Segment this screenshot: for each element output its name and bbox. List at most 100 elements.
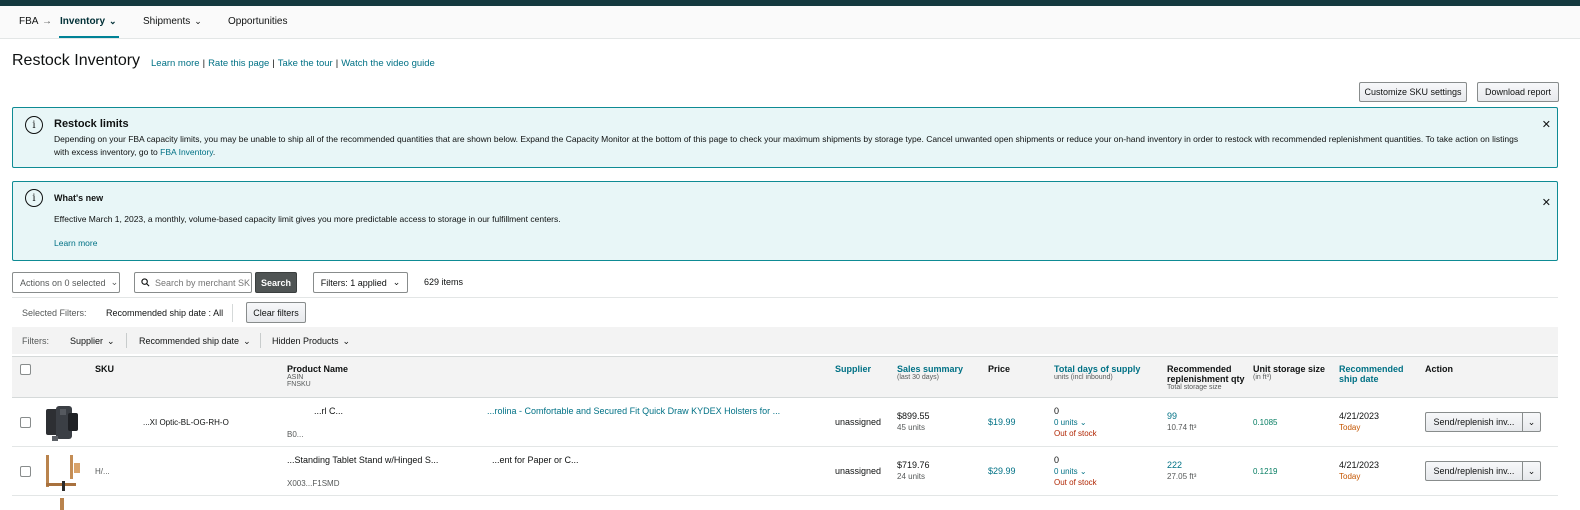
send-replenish-button[interactable]: Send/replenish inv... <box>1426 462 1523 480</box>
fba-inventory-link[interactable]: FBA Inventory <box>160 147 213 157</box>
col-rec-qty-sub: Total storage size <box>1167 384 1222 391</box>
page-title: Restock Inventory <box>12 52 141 69</box>
col-sales-sub: (last 30 days) <box>897 374 940 381</box>
chevron-down-icon: ⌄ <box>107 336 115 346</box>
row-rec-qty-link[interactable]: 99 <box>1167 411 1177 421</box>
row-product-name-b[interactable]: ...ent for Paper or C... <box>492 455 579 466</box>
filter-hidden-products[interactable]: Hidden Products ⌄ <box>272 336 350 347</box>
col-supply-label: Total days of supply <box>1054 364 1141 374</box>
clear-filters-button[interactable]: Clear filters <box>246 302 306 323</box>
rate-page-link[interactable]: Rate this page <box>208 58 269 69</box>
table-header: SKU Product Name ASIN FNSKU Supplier Sales… <box>12 356 1558 398</box>
row-product-name-link[interactable]: ...rolina - Comfortable and Secured Fit … <box>487 406 780 417</box>
learn-more-link[interactable]: Learn more <box>151 58 200 69</box>
col-sales-label: Sales summary <box>897 364 964 374</box>
row-units-label: 0 units <box>1054 418 1078 427</box>
row-units-dropdown[interactable]: 0 units ⌄ <box>1054 467 1087 476</box>
row-ship-when: Today <box>1339 423 1361 432</box>
row-sales-units: 24 units <box>897 472 926 481</box>
whats-new-learn-more-link[interactable]: Learn more <box>54 237 97 250</box>
row-checkbox[interactable] <box>20 466 31 477</box>
take-tour-link[interactable]: Take the tour <box>278 58 333 69</box>
product-thumbnail[interactable] <box>42 403 82 443</box>
row-product-name-a[interactable]: ...rl C... <box>314 406 343 417</box>
chevron-down-icon: ⌄ <box>194 16 202 26</box>
row-sales-units: 45 units <box>897 423 926 432</box>
nav-bar: FBA → Inventory ⌄ Shipments ⌄ Opportunitie… <box>0 6 1580 39</box>
row-unit-size: 0.1085 <box>1253 418 1278 427</box>
whats-new-alert: i What's new Effective March 1, 2023, a … <box>12 181 1558 261</box>
alert-body: Depending on your FBA capacity limits, y… <box>54 133 1519 159</box>
table-row: ...XI Optic-BL-OG-RH-O ...rl C... ...rol… <box>12 398 1558 447</box>
col-sales-summary[interactable]: Sales summary (last 30 days) <box>897 364 963 381</box>
row-price[interactable]: $29.99 <box>988 466 1016 477</box>
breadcrumb-arrow-icon: → <box>42 16 52 27</box>
row-ship-date: 4/21/2023 Today <box>1339 460 1379 482</box>
col-recommended-qty: Recommended replenishment qty Total stora… <box>1167 364 1247 391</box>
row-unit-size: 0.1219 <box>1253 467 1278 476</box>
col-sku[interactable]: SKU <box>95 364 114 374</box>
row-days-value: 0 <box>1054 455 1060 465</box>
product-thumbnail[interactable] <box>42 451 82 491</box>
row-rec-size: 27.05 ft³ <box>1167 472 1197 481</box>
row-supplier: unassigned <box>835 466 882 476</box>
col-supplier[interactable]: Supplier <box>835 364 871 374</box>
filter-ship-date[interactable]: Recommended ship date ⌄ <box>139 336 251 347</box>
chevron-down-icon: ⌄ <box>1079 418 1087 427</box>
col-ship-date[interactable]: Recommended ship date <box>1339 364 1409 384</box>
nav-fba[interactable]: FBA <box>19 16 38 27</box>
col-supply-sub: units (incl inbound) <box>1054 374 1113 381</box>
header-links: Learn more | Rate this page | Take the tour |… <box>151 58 435 69</box>
nav-active-underline <box>59 36 119 38</box>
select-all-checkbox[interactable] <box>20 364 31 375</box>
row-units-dropdown[interactable]: 0 units ⌄ <box>1054 418 1087 427</box>
filter-ship-date-label: Recommended ship date <box>139 336 240 346</box>
search-input[interactable] <box>155 277 250 288</box>
col-product-label: Product Name <box>287 364 349 374</box>
download-report-button[interactable]: Download report <box>1477 82 1559 102</box>
row-sku: H/... <box>95 467 110 476</box>
send-replenish-split-button: Send/replenish inv... ⌄ <box>1425 412 1541 432</box>
row-rec-qty-link[interactable]: 222 <box>1167 460 1182 470</box>
info-icon: i <box>25 116 43 134</box>
row-price[interactable]: $19.99 <box>988 417 1016 428</box>
customize-sku-settings-button[interactable]: Customize SKU settings <box>1359 82 1467 102</box>
chevron-down-icon[interactable]: ⌄ <box>1523 413 1540 431</box>
row-product-name-a[interactable]: ...Standing Tablet Stand w/Hinged S... <box>287 455 438 466</box>
send-replenish-button[interactable]: Send/replenish inv... <box>1426 413 1523 431</box>
filter-supplier-label: Supplier <box>70 336 104 346</box>
chevron-down-icon: ⌄ <box>109 16 117 26</box>
nav-opportunities[interactable]: Opportunities <box>228 16 287 27</box>
close-icon[interactable]: ✕ <box>1542 196 1551 209</box>
chevron-down-icon[interactable]: ⌄ <box>1523 462 1540 480</box>
close-icon[interactable]: ✕ <box>1542 118 1551 131</box>
row-days-supply: 0 0 units ⌄ Out of stock <box>1054 455 1097 488</box>
nav-inventory[interactable]: Inventory ⌄ <box>60 16 117 27</box>
chevron-down-icon: ⌄ <box>1079 467 1087 476</box>
selected-filter-value: Recommended ship date : All <box>106 308 224 318</box>
chevron-down-icon: ⌄ <box>392 277 401 287</box>
actions-label: Actions on 0 selected <box>20 277 106 288</box>
row-sales-value: $899.55 <box>897 411 930 421</box>
col-days-supply[interactable]: Total days of supply units (incl inbound) <box>1054 364 1140 381</box>
chevron-down-icon: ⌄ <box>342 336 351 346</box>
row-recommended-qty: 99 10.74 ft³ <box>1167 411 1196 433</box>
row-units-label: 0 units <box>1054 467 1078 476</box>
col-unit-size-label: Unit storage size <box>1253 364 1326 374</box>
actions-dropdown[interactable]: Actions on 0 selected ⌄ <box>12 272 120 293</box>
video-guide-link[interactable]: Watch the video guide <box>341 58 435 69</box>
row-ship-date-value: 4/21/2023 <box>1339 460 1380 470</box>
alert-title: Restock limits <box>54 118 129 130</box>
col-unit-size-sub: (in ft³) <box>1253 374 1272 381</box>
search-button[interactable]: Search <box>255 272 297 293</box>
divider <box>232 304 233 322</box>
filters-dropdown[interactable]: Filters: 1 applied ⌄ <box>313 272 408 293</box>
product-thumbnail[interactable] <box>57 498 67 510</box>
nav-shipments[interactable]: Shipments ⌄ <box>143 16 202 27</box>
search-box[interactable] <box>134 272 252 293</box>
filter-supplier[interactable]: Supplier ⌄ <box>70 336 115 347</box>
alert-period: . <box>212 147 216 157</box>
divider <box>260 333 261 348</box>
row-checkbox[interactable] <box>20 417 31 428</box>
col-product-name: Product Name ASIN FNSKU <box>287 364 348 388</box>
